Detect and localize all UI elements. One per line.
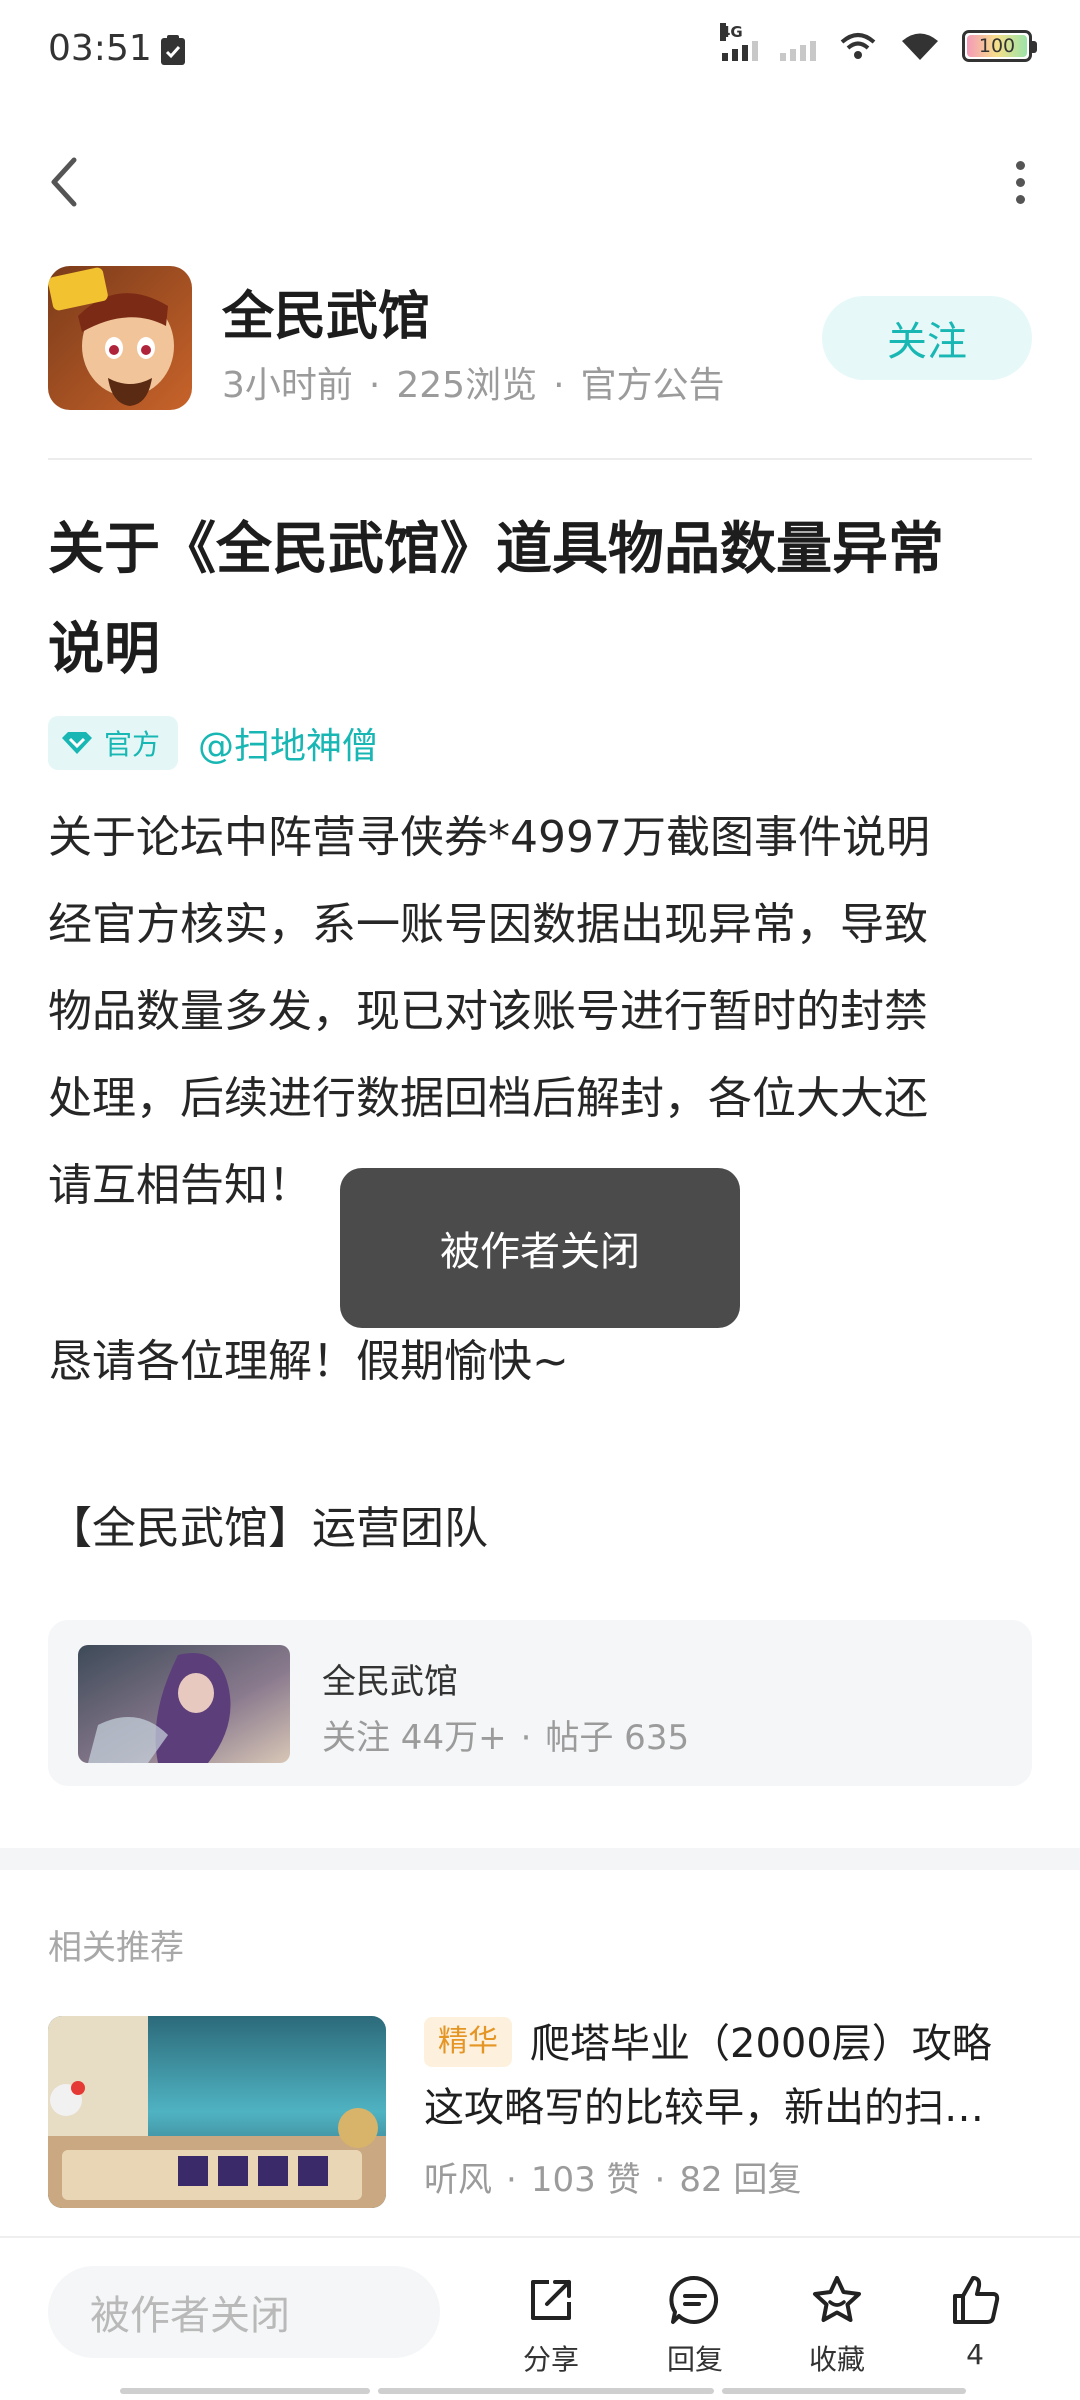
official-badge: 官方 <box>48 716 179 770</box>
cellular-signal-2-icon <box>780 31 816 61</box>
share-button[interactable]: 分享 <box>496 2272 606 2384</box>
post-signature: 【全民武馆】运营团队 <box>48 1503 488 1554</box>
header-divider <box>48 458 1032 460</box>
thumbs-up-icon <box>953 2276 1000 2324</box>
battery-icon: 100 <box>962 30 1037 62</box>
wifi-plus-icon <box>840 33 876 59</box>
forum-post-count: 帖子 635 <box>545 1718 690 1758</box>
forum-followers: 关注 44万+ <box>322 1718 507 1758</box>
related-title-line-2: 这攻略写的比较早，新出的扫… <box>424 2085 984 2131</box>
related-section-label: 相关推荐 <box>48 1928 184 1968</box>
post-title-line-1: 关于《全民武馆》道具物品数量异常 <box>48 517 944 582</box>
related-title-line-1: 爬塔毕业（2000层）攻略 <box>530 2021 992 2067</box>
body-line: 处理，后续进行数据回档后解封，各位大大还 <box>48 1073 928 1124</box>
related-likes: 103 赞 <box>530 2160 641 2200</box>
forum-stats: 关注 44万+ · 帖子 635 <box>322 1718 690 1758</box>
clipboard-icon <box>161 35 185 65</box>
status-time: 03:51 <box>48 28 152 69</box>
forum-name: 全民武馆 <box>322 1662 458 1702</box>
like-button[interactable]: 4 <box>920 2272 1030 2384</box>
battery-level: 100 <box>978 35 1016 57</box>
share-label: 分享 <box>522 2343 579 2376</box>
gesture-bar <box>0 2388 1080 2396</box>
view-count: 225浏览 <box>396 365 538 406</box>
forum-card[interactable]: 全民武馆 关注 44万+ · 帖子 635 <box>48 1620 1032 1786</box>
post-time: 3小时前 <box>222 365 353 406</box>
back-arrow-icon[interactable] <box>40 150 90 214</box>
related-author: 听风 <box>424 2160 492 2200</box>
related-replies: 82 回复 <box>679 2160 802 2200</box>
reply-button[interactable]: 回复 <box>640 2272 750 2384</box>
wifi-icon <box>902 33 938 60</box>
post-meta: 3小时前 · 225浏览 · 官方公告 <box>222 365 725 406</box>
like-count: 4 <box>966 2338 984 2371</box>
official-badge-label: 官方 <box>104 728 161 761</box>
reply-label: 回复 <box>666 2343 723 2376</box>
reply-input[interactable]: 被作者关闭 <box>48 2266 440 2358</box>
favorite-label: 收藏 <box>808 2343 865 2376</box>
network-type-label: 4G <box>720 23 743 41</box>
related-item-meta: 听风 · 103 赞 · 82 回复 <box>424 2160 802 2200</box>
status-indicators: 4G 100 <box>720 23 1037 62</box>
related-item-title[interactable]: 精华 爬塔毕业（2000层）攻略 这攻略写的比较早，新出的扫… <box>424 2012 1032 2140</box>
post-body: 关于论坛中阵营寻侠券*4997万截图事件说明 经官方核实，系一账号因数据出现异常… <box>48 794 1048 1229</box>
diamond-check-icon <box>62 732 92 754</box>
related-item-thumbnail[interactable] <box>48 2016 386 2208</box>
star-icon <box>813 2276 861 2322</box>
cellular-signal-icon: 4G <box>720 23 758 61</box>
post-category: 官方公告 <box>580 365 725 406</box>
post-title: 关于《全民武馆》道具物品数量异常 说明 <box>48 500 1032 700</box>
favorite-button[interactable]: 收藏 <box>782 2272 892 2384</box>
toast-message: 被作者关闭 <box>340 1168 740 1328</box>
author-mention-link[interactable]: @扫地神僧 <box>198 717 378 769</box>
post-title-line-2: 说明 <box>48 617 160 682</box>
game-avatar[interactable] <box>48 266 192 410</box>
essence-badge: 精华 <box>424 2017 512 2067</box>
body-line: 关于论坛中阵营寻侠券*4997万截图事件说明 <box>48 812 930 863</box>
author-name[interactable]: 全民武馆 <box>222 274 430 349</box>
body-line: 经官方核实，系一账号因数据出现异常，导致 <box>48 899 928 950</box>
body-line: 物品数量多发，现已对该账号进行暂时的封禁 <box>48 986 928 1037</box>
author-badges: 官方 @扫地神僧 <box>48 716 378 770</box>
more-options-icon[interactable] <box>990 150 1050 214</box>
share-icon <box>531 2280 571 2320</box>
body-closing-line: 恳请各位理解！假期愉快~ <box>48 1336 569 1387</box>
comment-icon <box>669 2275 719 2324</box>
forum-thumbnail <box>78 1645 290 1763</box>
bottom-action-bar: 被作者关闭 分享 回复 收藏 4 <box>0 2236 1080 2400</box>
section-separator <box>0 1848 1080 1870</box>
status-bar: 03:51 4G 100 <box>0 0 1080 104</box>
follow-button[interactable]: 关注 <box>822 296 1032 380</box>
